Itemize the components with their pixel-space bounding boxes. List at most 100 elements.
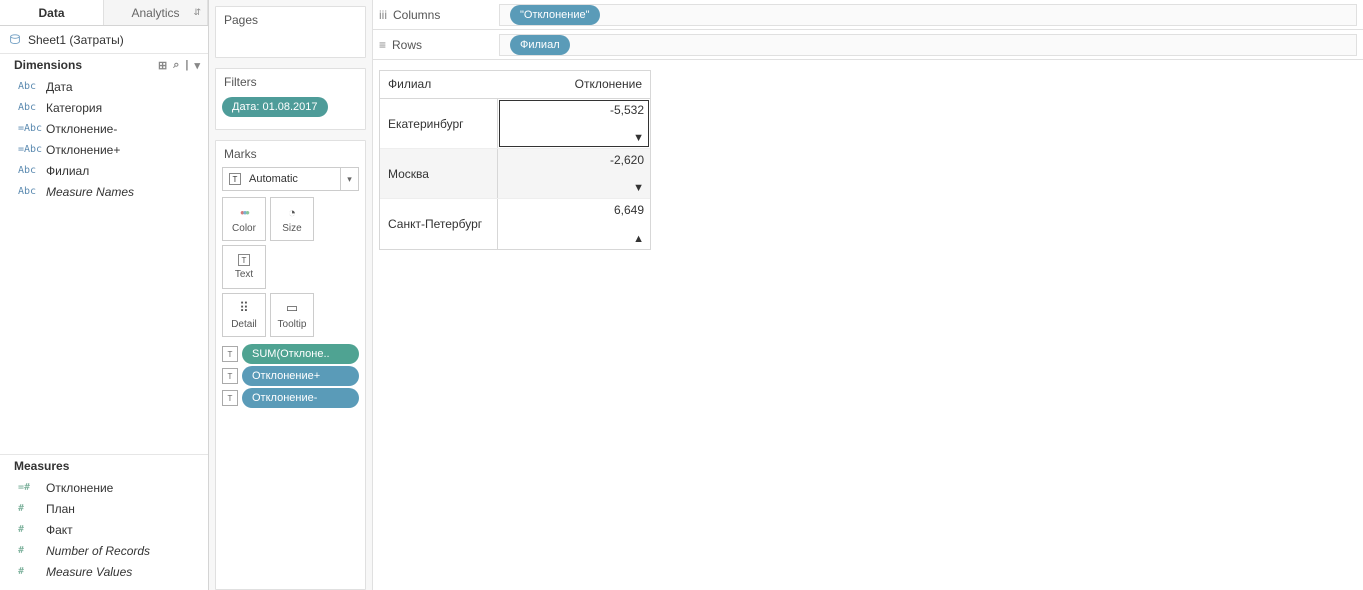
text-mark-icon[interactable]: T	[222, 390, 238, 406]
marks-color-label: Color	[232, 223, 256, 234]
mark-pill-0-row: T SUM(Отклоне..	[216, 343, 365, 365]
marks-text-label: Text	[235, 269, 253, 280]
measures-list: =# Отклонение #План #Факт #Number of Reco…	[0, 477, 208, 590]
text-mark-icon[interactable]: T	[222, 346, 238, 362]
type-calc-abc-icon: =Abc	[18, 144, 38, 155]
viz-header-col2[interactable]: Отклонение	[498, 71, 650, 98]
tab-data[interactable]: Data	[0, 0, 104, 25]
columns-pill[interactable]: "Отклонение"	[510, 5, 600, 25]
viz-row-label: Санкт-Петербург	[380, 199, 498, 249]
type-num-icon: #	[18, 503, 38, 514]
tab-analytics-label: Analytics	[131, 6, 179, 20]
columns-icon: iii	[379, 8, 387, 22]
type-calc-num-icon: =#	[18, 482, 38, 493]
rows-shelf-label: ≡ Rows	[379, 38, 489, 52]
viz-value: -5,532	[610, 103, 644, 117]
updown-icon: ⇵	[193, 7, 201, 18]
marks-detail-button[interactable]: ⠿Detail	[222, 293, 266, 337]
type-calc-abc-icon: =Abc	[18, 123, 38, 134]
field-dim-4[interactable]: AbcФилиал	[0, 160, 208, 181]
size-icon: ◔	[288, 205, 296, 220]
datasource-name: Sheet1 (Затраты)	[28, 33, 124, 47]
dropdown-icon[interactable]: ▾	[194, 59, 200, 72]
tab-analytics[interactable]: Analytics ⇵	[104, 0, 208, 25]
field-label: Категория	[46, 101, 102, 115]
field-dim-0[interactable]: AbcДата	[0, 76, 208, 97]
field-label: Measure Values	[46, 565, 132, 579]
viz-row-1[interactable]: Москва -2,620 ▼	[380, 149, 650, 199]
text-icon: T	[238, 254, 250, 266]
cards-column: Pages Filters Дата: 01.08.2017 Marks TAu…	[209, 0, 373, 590]
pages-card[interactable]: Pages	[215, 6, 366, 58]
field-label: Отклонение-	[46, 122, 117, 136]
viz-row-0[interactable]: Екатеринбург -5,532 ▼	[380, 99, 650, 149]
mark-pill-1-row: T Отклонение+	[216, 365, 365, 387]
dimensions-header: Dimensions ⊞ ⌕ | ▾	[0, 54, 208, 76]
marks-color-button[interactable]: ••• Color	[222, 197, 266, 241]
marks-card: Marks TAutomatic ▾ •••Color ◔Size TText …	[215, 140, 366, 590]
search-icon[interactable]: ⌕	[173, 59, 179, 72]
field-label: Отклонение	[46, 481, 113, 495]
field-dim-2[interactable]: =Abc Отклонение-	[0, 118, 208, 139]
viz-header-col1[interactable]: Филиал	[380, 71, 498, 98]
down-triangle-icon: ▼	[633, 183, 644, 194]
mark-pill-sum[interactable]: SUM(Отклоне..	[242, 344, 359, 364]
datasource-row[interactable]: Sheet1 (Затраты)	[0, 26, 208, 54]
marks-text-button[interactable]: T Text	[222, 245, 266, 289]
marks-tooltip-button[interactable]: ▭ Tooltip	[270, 293, 314, 337]
field-label: Measure Names	[46, 185, 134, 199]
marks-type-select[interactable]: TAutomatic ▾	[222, 167, 359, 191]
marks-pills: T SUM(Отклоне.. T Отклонение+ T Отклонен…	[216, 341, 365, 411]
main-area: iiiColumns "Отклонение" ≡ Rows Филиал Фил…	[373, 0, 1363, 590]
field-meas-2[interactable]: #Факт	[0, 519, 208, 540]
divider-icon: |	[185, 59, 188, 71]
filters-title: Filters	[216, 69, 365, 95]
chevron-down-icon[interactable]: ▾	[340, 168, 358, 190]
rows-text: Rows	[392, 38, 422, 52]
datasource-icon	[8, 33, 22, 47]
rows-icon: ≡	[379, 38, 386, 52]
type-num-icon: #	[18, 524, 38, 535]
columns-drop[interactable]: "Отклонение"	[499, 4, 1357, 26]
text-mark-icon[interactable]: T	[222, 368, 238, 384]
tooltip-icon: ▭	[286, 300, 298, 316]
viz-row-label: Москва	[380, 149, 498, 198]
viz-row-label: Екатеринбург	[380, 99, 498, 148]
viz-value: -2,620	[610, 153, 644, 167]
field-meas-4[interactable]: # Measure Values	[0, 561, 208, 582]
field-label: Отклонение+	[46, 143, 120, 157]
type-abc-icon: Abc	[18, 102, 38, 113]
rows-drop[interactable]: Филиал	[499, 34, 1357, 56]
data-pane: Data Analytics ⇵ Sheet1 (Затраты) Dimens…	[0, 0, 209, 590]
field-meas-3[interactable]: #Number of Records	[0, 540, 208, 561]
mark-pill-minus[interactable]: Отклонение-	[242, 388, 359, 408]
filter-pill-date[interactable]: Дата: 01.08.2017	[222, 97, 328, 117]
field-dim-3[interactable]: =Abc Отклонение+	[0, 139, 208, 160]
type-abc-icon: Abc	[18, 81, 38, 92]
mark-pill-plus[interactable]: Отклонение+	[242, 366, 359, 386]
columns-shelf[interactable]: iiiColumns "Отклонение"	[373, 0, 1363, 30]
type-num-icon: #	[18, 566, 38, 577]
field-dim-1[interactable]: Abc Категория	[0, 97, 208, 118]
field-meas-0[interactable]: =# Отклонение	[0, 477, 208, 498]
marks-tooltip-label: Tooltip	[278, 319, 307, 330]
marks-title: Marks	[216, 141, 365, 167]
rows-pill[interactable]: Филиал	[510, 35, 570, 55]
down-triangle-icon: ▼	[633, 133, 644, 144]
rows-shelf[interactable]: ≡ Rows Филиал	[373, 30, 1363, 60]
color-icon: •••	[240, 205, 248, 220]
viz-value: 6,649	[614, 203, 644, 217]
filters-card[interactable]: Filters Дата: 01.08.2017	[215, 68, 366, 130]
grid-icon[interactable]: ⊞	[158, 59, 167, 72]
dimensions-label: Dimensions	[14, 58, 82, 72]
marks-size-button[interactable]: ◔ Size	[270, 197, 314, 241]
field-meas-1[interactable]: #План	[0, 498, 208, 519]
viz-row-2[interactable]: Санкт-Петербург 6,649 ▲	[380, 199, 650, 249]
viz-header: Филиал Отклонение	[380, 71, 650, 99]
marks-buttons-row2: ⠿Detail ▭ Tooltip	[222, 293, 359, 337]
field-dim-5[interactable]: AbcMeasure Names	[0, 181, 208, 202]
measures-header: Measures	[0, 454, 208, 477]
marks-size-label: Size	[282, 223, 301, 234]
text-mark-icon: T	[229, 173, 241, 185]
viz-cell-selected: -5,532 ▼	[500, 101, 648, 146]
